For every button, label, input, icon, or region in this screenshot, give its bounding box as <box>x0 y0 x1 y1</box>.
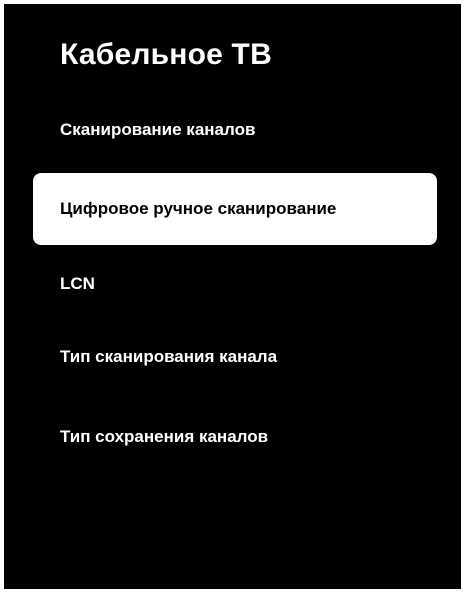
menu-item-lcn[interactable]: LCN <box>60 274 95 294</box>
menu-item-channel-scan[interactable]: Сканирование каналов <box>60 120 255 140</box>
menu-item-digital-manual-scan[interactable]: Цифровое ручное сканирование <box>33 173 437 245</box>
menu-item-channel-store-type[interactable]: Тип сохранения каналов <box>60 427 268 447</box>
tv-menu-screen: Кабельное ТВ Сканирование каналов Цифров… <box>4 4 461 589</box>
page-title: Кабельное ТВ <box>60 38 272 71</box>
menu-item-channel-scan-type[interactable]: Тип сканирования канала <box>60 347 277 367</box>
